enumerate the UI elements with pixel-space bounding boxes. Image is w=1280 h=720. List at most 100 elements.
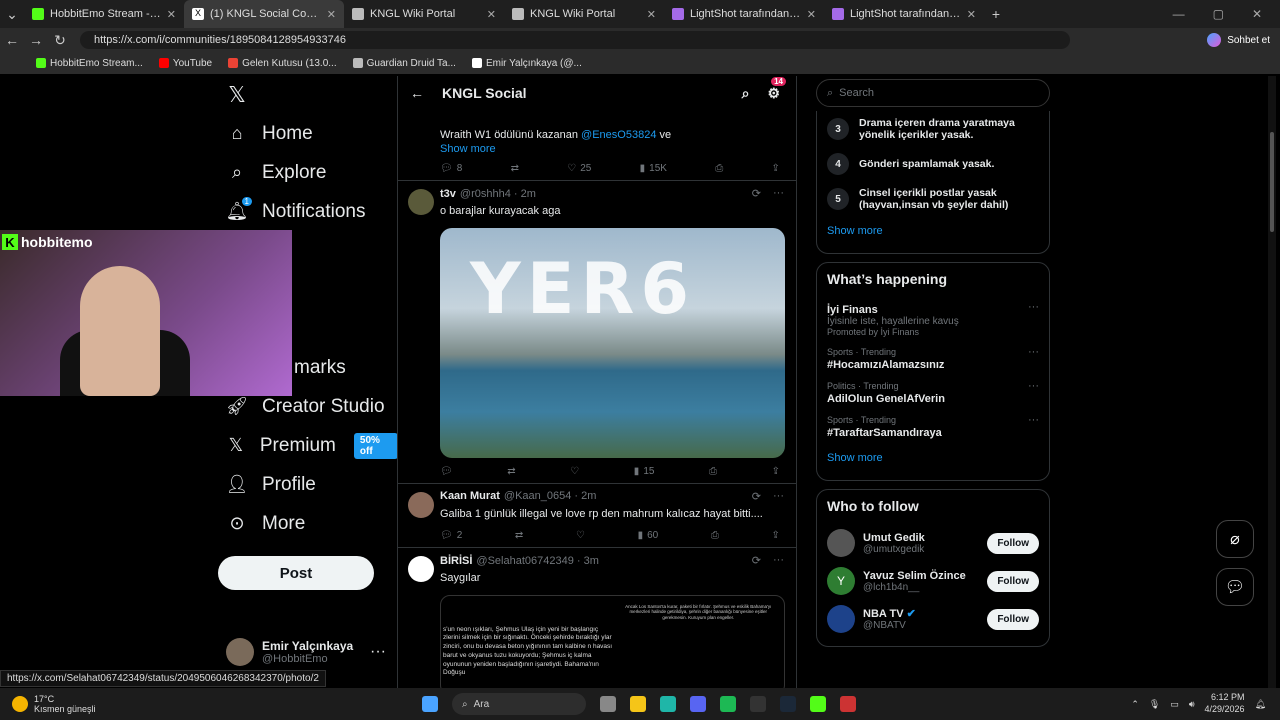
browser-tab[interactable]: KNGL Wiki Portal ✕ <box>504 0 664 28</box>
show-more-link[interactable]: Show more <box>440 143 784 155</box>
forward-icon[interactable]: → <box>24 32 48 48</box>
grok-icon[interactable]: ⟳ <box>752 554 761 567</box>
views-button[interactable]: ▮ 15K <box>640 163 667 174</box>
maximize-icon[interactable]: ▢ <box>1213 7 1224 21</box>
bookmark-item[interactable]: Emir Yalçınkaya (@... <box>471 58 582 69</box>
browser-tab[interactable]: HobbitEmo Stream - Watch Live o✕ <box>24 0 184 28</box>
edge-icon[interactable] <box>660 696 676 712</box>
url-field[interactable]: https://x.com/i/communities/189508412895… <box>80 31 1070 49</box>
scrollbar[interactable] <box>1268 76 1276 688</box>
minimize-icon[interactable]: — <box>1173 7 1185 21</box>
nav-profile[interactable]: 👤︎ Profile <box>218 465 398 504</box>
kick-icon[interactable] <box>810 696 826 712</box>
like-button[interactable]: ♡ <box>576 530 585 541</box>
nav-premium[interactable]: 𝕏 Premium 50% off <box>218 426 398 465</box>
volume-icon[interactable]: 🔊︎ <box>1189 699 1195 710</box>
clock[interactable]: 6:12 PM 4/29/2026 <box>1205 692 1245 715</box>
post[interactable]: t3v @r0shhh4 · 2m ⟳ ··· o barajlar kurayaca… <box>398 181 796 484</box>
bookmark-item[interactable]: HobbitEmo Stream... <box>36 58 143 69</box>
terminal-icon[interactable] <box>750 696 766 712</box>
show-more-link[interactable]: Show more <box>827 217 1039 245</box>
chevron-up-icon[interactable]: ⌃ <box>1131 699 1139 710</box>
close-tab-icon[interactable]: ✕ <box>167 8 176 21</box>
follow-button[interactable]: Follow <box>987 532 1039 554</box>
close-tab-icon[interactable]: ✕ <box>327 8 336 21</box>
share-button[interactable]: ⇪ <box>772 530 780 541</box>
gear-icon[interactable]: ⚙ <box>767 85 780 102</box>
post-image[interactable]: s'un neon ışıkları, Şehmus Ulaş için yen… <box>440 594 785 688</box>
taskbar-search[interactable]: ⌕ Ara <box>452 693 586 715</box>
weather-widget[interactable]: 17°C Kısmen güneşli <box>0 694 200 714</box>
tab-list-button[interactable]: ⌄ <box>0 6 24 23</box>
bookmark-item[interactable]: Guardian Druid Ta... <box>352 58 456 69</box>
close-tab-icon[interactable]: ✕ <box>647 8 656 21</box>
task-view-icon[interactable] <box>600 696 616 712</box>
like-button[interactable]: ♡ 25 <box>567 163 591 174</box>
browser-tab[interactable]: LightShot tarafından Ekran Görünt✕ <box>824 0 984 28</box>
more-dots-icon[interactable]: ··· <box>1028 414 1039 426</box>
share-button[interactable]: ⇪ <box>772 466 780 477</box>
show-more-link[interactable]: Show more <box>827 444 1039 472</box>
trend-item[interactable]: Sports · Trending #TaraftarSamandıraya ··· <box>827 410 1039 444</box>
browser-tab[interactable]: LightShot tarafından Ekran Görünt✕ <box>664 0 824 28</box>
more-dots-icon[interactable]: ··· <box>773 187 784 200</box>
mention-link[interactable]: @EnesO53824 <box>581 129 656 141</box>
bookmark-item[interactable]: YouTube <box>158 58 212 69</box>
nav-home[interactable]: ⌂ Home <box>218 114 398 153</box>
app-icon[interactable] <box>840 696 856 712</box>
more-dots-icon[interactable]: ··· <box>1028 301 1039 313</box>
post-image[interactable]: YER6 <box>440 227 785 458</box>
steam-icon[interactable] <box>780 696 796 712</box>
browser-tab[interactable]: KNGL Wiki Portal ✕ <box>344 0 504 28</box>
search-input[interactable]: ⌕ Search <box>816 79 1050 107</box>
follow-suggestion[interactable]: Y Yavuz Selim Özince @lch1b4n__ Follow <box>827 562 1039 600</box>
reload-icon[interactable]: ↻ <box>48 32 72 49</box>
close-tab-icon[interactable]: ✕ <box>487 8 496 21</box>
new-tab-button[interactable]: + <box>984 6 1008 22</box>
repost-button[interactable]: ⇄ <box>507 466 515 477</box>
post[interactable]: Kaan Murat @Kaan_0654 · 2m ⟳ ··· Galiba 1 g… <box>398 484 796 549</box>
post[interactable]: Wraith W1 ödülünü kazanan @EnesO53824 ve… <box>398 110 796 182</box>
nav-notifications[interactable]: 🔔︎ 1 Notifications <box>218 192 398 231</box>
views-button[interactable]: ▮ 15 <box>634 466 655 477</box>
close-tab-icon[interactable]: ✕ <box>807 8 816 21</box>
spotify-icon[interactable] <box>720 696 736 712</box>
follow-button[interactable]: Follow <box>987 608 1039 630</box>
reply-button[interactable]: 💬︎ 2 <box>440 530 462 541</box>
back-arrow-icon[interactable]: ← <box>410 85 424 101</box>
follow-suggestion[interactable]: NBA TV ✔ @NBATV Follow <box>827 600 1039 638</box>
file-explorer-icon[interactable] <box>630 696 646 712</box>
bookmark-button[interactable]: ⎙ <box>711 530 719 541</box>
grok-icon[interactable]: ⟳ <box>752 490 761 503</box>
reply-button[interactable]: 💬︎ 8 <box>440 163 462 174</box>
repost-button[interactable]: ⇄ <box>515 530 523 541</box>
close-window-icon[interactable]: ✕ <box>1252 7 1262 21</box>
trend-item[interactable]: Politics · Trending AdilOlun GenelAfVerin… <box>827 376 1039 410</box>
more-dots-icon[interactable]: ··· <box>1028 380 1039 392</box>
back-icon[interactable]: ← <box>0 32 24 48</box>
discord-icon[interactable] <box>690 696 706 712</box>
grok-fab[interactable]: ⌀ <box>1216 520 1254 558</box>
repost-button[interactable]: ⇄ <box>511 163 519 174</box>
copilot-button[interactable]: Sohbet et <box>1207 33 1280 47</box>
grok-icon[interactable]: ⟳ <box>752 187 761 200</box>
network-icon[interactable]: ▭ <box>1170 699 1179 710</box>
microphone-icon[interactable]: 🎙︎ <box>1149 699 1160 710</box>
follow-suggestion[interactable]: Umut Gedik @umutxgedik Follow <box>827 524 1039 562</box>
nav-explore[interactable]: ⌕ Explore <box>218 153 398 192</box>
views-button[interactable]: ▮ 60 <box>638 530 659 541</box>
browser-tab-active[interactable]: X(1) KNGL Social Community / X✕ <box>184 0 344 28</box>
post[interactable]: BİRİSİ @Selahat06742349 · 3m ⟳ ··· Saygılar… <box>398 548 796 688</box>
x-logo[interactable]: 𝕏 <box>218 76 398 114</box>
more-dots-icon[interactable]: ··· <box>773 554 784 567</box>
windows-start-icon[interactable] <box>422 696 438 712</box>
scrollbar-thumb[interactable] <box>1270 132 1274 232</box>
search-icon[interactable]: ⌕ <box>742 85 750 102</box>
nav-more[interactable]: ⊙ More <box>218 504 398 543</box>
trend-item[interactable]: Sports · Trending #HocamızıAlamazsınız ··· <box>827 342 1039 376</box>
follow-button[interactable]: Follow <box>987 570 1039 592</box>
reply-button[interactable]: 💬︎ <box>440 466 453 477</box>
more-dots-icon[interactable]: ··· <box>1028 346 1039 358</box>
share-button[interactable]: ⇪ <box>772 163 780 174</box>
account-switcher[interactable]: Emir Yalçınkaya @HobbitEmo ··· <box>226 638 386 666</box>
